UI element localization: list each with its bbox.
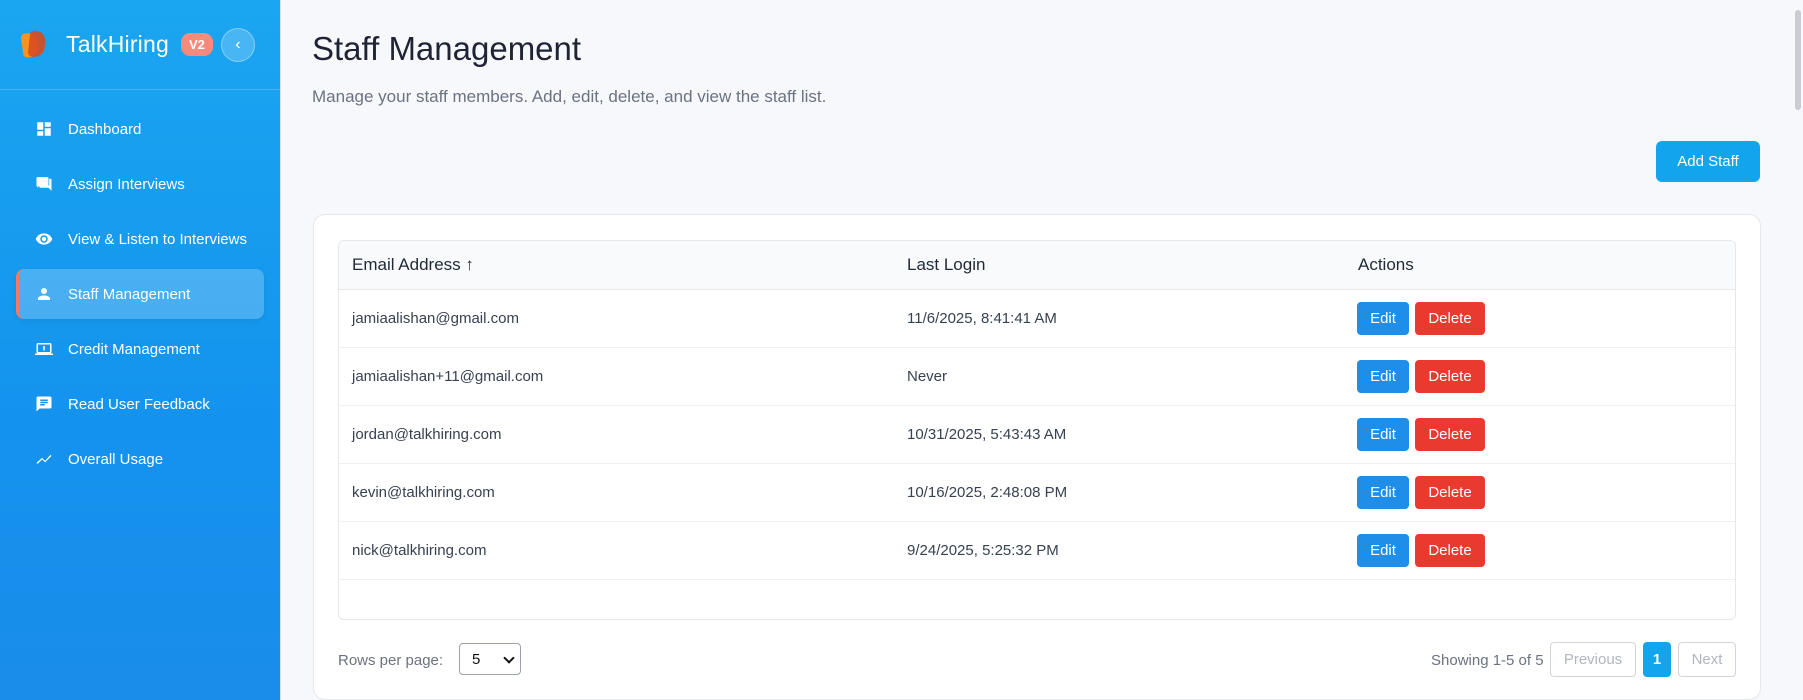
- page-scrollbar[interactable]: [1795, 10, 1801, 110]
- person-icon: [35, 285, 53, 303]
- version-badge: V2: [180, 33, 213, 56]
- delete-button[interactable]: Delete: [1415, 533, 1485, 567]
- sidebar-item-label: Credit Management: [68, 340, 200, 358]
- sidebar-nav: Dashboard Assign Interviews View & Liste…: [0, 90, 280, 484]
- delete-button[interactable]: Delete: [1415, 359, 1485, 393]
- add-staff-button[interactable]: Add Staff: [1656, 141, 1760, 182]
- collapse-sidebar-button[interactable]: ‹: [220, 27, 255, 62]
- main-content: Staff Management Manage your staff membe…: [282, 0, 1803, 700]
- email-cell: nick@talkhiring.com: [352, 541, 487, 559]
- delete-button[interactable]: Delete: [1415, 475, 1485, 509]
- chevron-left-icon: ‹: [235, 35, 241, 53]
- actions-cell: Edit Delete: [1345, 289, 1735, 347]
- chevron-down-icon: [503, 652, 515, 664]
- edit-button[interactable]: Edit: [1357, 359, 1409, 393]
- previous-page-button[interactable]: Previous: [1550, 642, 1636, 677]
- sidebar-item-label: Overall Usage: [68, 450, 164, 468]
- rows-per-page-label: Rows per page:: [338, 652, 444, 669]
- actions-cell: Edit Delete: [1345, 347, 1735, 405]
- last-login-cell: 10/31/2025, 5:43:43 AM: [907, 425, 1067, 443]
- table-row: nick@talkhiring.com 9/24/2025, 5:25:32 P…: [339, 521, 1735, 579]
- edit-button[interactable]: Edit: [1357, 301, 1409, 335]
- sidebar-item-staff-management[interactable]: Staff Management: [16, 269, 264, 319]
- sidebar-item-label: Assign Interviews: [68, 175, 185, 193]
- actions-cell: Edit Delete: [1345, 463, 1735, 521]
- sidebar-item-label: Staff Management: [68, 285, 191, 303]
- chat-icon: [35, 175, 53, 193]
- sidebar-item-credit-management[interactable]: Credit Management: [16, 324, 264, 374]
- sidebar-item-label: View & Listen to Interviews: [68, 230, 247, 248]
- email-cell: kevin@talkhiring.com: [352, 483, 495, 501]
- edit-button[interactable]: Edit: [1357, 417, 1409, 451]
- column-header-actions: Actions: [1358, 254, 1414, 274]
- staff-table-card: Email Address ↑ Last Login Actions jamia…: [313, 214, 1761, 700]
- last-login-cell: 9/24/2025, 5:25:32 PM: [907, 541, 1059, 559]
- page-1-button[interactable]: 1: [1643, 642, 1671, 677]
- sidebar-item-assign-interviews[interactable]: Assign Interviews: [16, 159, 264, 209]
- edit-button[interactable]: Edit: [1357, 533, 1409, 567]
- sidebar-item-label: Read User Feedback: [68, 395, 210, 413]
- staff-table-container: Email Address ↑ Last Login Actions jamia…: [338, 240, 1736, 620]
- talkhiring-logo-icon: [18, 28, 52, 62]
- next-page-button[interactable]: Next: [1678, 642, 1736, 677]
- table-row: jordan@talkhiring.com 10/31/2025, 5:43:4…: [339, 405, 1735, 463]
- email-cell: jordan@talkhiring.com: [352, 425, 502, 443]
- sidebar-item-label: Dashboard: [68, 120, 142, 138]
- feedback-icon: [35, 395, 53, 413]
- actions-cell: Edit Delete: [1345, 521, 1735, 579]
- sidebar-item-read-user-feedback[interactable]: Read User Feedback: [16, 379, 264, 429]
- last-login-cell: Never: [907, 367, 948, 385]
- column-header-last-login: Last Login: [907, 254, 986, 274]
- last-login-cell: 11/6/2025, 8:41:41 AM: [907, 309, 1057, 327]
- brand-name: TalkHiring: [66, 31, 169, 57]
- sidebar-item-dashboard[interactable]: Dashboard: [16, 104, 264, 154]
- brand-header: TalkHiring V2 ‹: [0, 0, 280, 90]
- page-subtitle: Manage your staff members. Add, edit, de…: [312, 87, 827, 106]
- delete-button[interactable]: Delete: [1415, 301, 1485, 335]
- trending-icon: [35, 450, 53, 468]
- actions-cell: Edit Delete: [1345, 405, 1735, 463]
- computer-icon: [35, 340, 53, 358]
- eye-icon: [35, 230, 53, 248]
- email-cell: jamiaalishan@gmail.com: [352, 309, 519, 327]
- rows-per-page-value: 5: [472, 650, 481, 668]
- email-cell: jamiaalishan+11@gmail.com: [352, 367, 544, 385]
- delete-button[interactable]: Delete: [1415, 417, 1485, 451]
- table-row: kevin@talkhiring.com 10/16/2025, 2:48:08…: [339, 463, 1735, 521]
- table-row: jamiaalishan+11@gmail.com Never Edit Dele…: [339, 347, 1735, 405]
- dashboard-icon: [35, 120, 53, 138]
- last-login-cell: 10/16/2025, 2:48:08 PM: [907, 483, 1068, 501]
- column-header-email[interactable]: Email Address ↑: [339, 241, 894, 289]
- table-row: jamiaalishan@gmail.com 11/6/2025, 8:41:4…: [339, 289, 1735, 347]
- table-header-row: Email Address ↑ Last Login Actions: [339, 241, 1735, 289]
- rows-per-page-select[interactable]: 5: [459, 643, 521, 675]
- showing-count: Showing 1-5 of 5: [1431, 652, 1544, 669]
- sidebar-item-view-interviews[interactable]: View & Listen to Interviews: [16, 214, 264, 264]
- sidebar-item-overall-usage[interactable]: Overall Usage: [16, 434, 264, 484]
- edit-button[interactable]: Edit: [1357, 475, 1409, 509]
- sidebar: TalkHiring V2 ‹ Dashboard Assign Intervi…: [0, 0, 281, 700]
- page-title: Staff Management: [312, 30, 582, 67]
- staff-table: Email Address ↑ Last Login Actions jamia…: [339, 241, 1735, 580]
